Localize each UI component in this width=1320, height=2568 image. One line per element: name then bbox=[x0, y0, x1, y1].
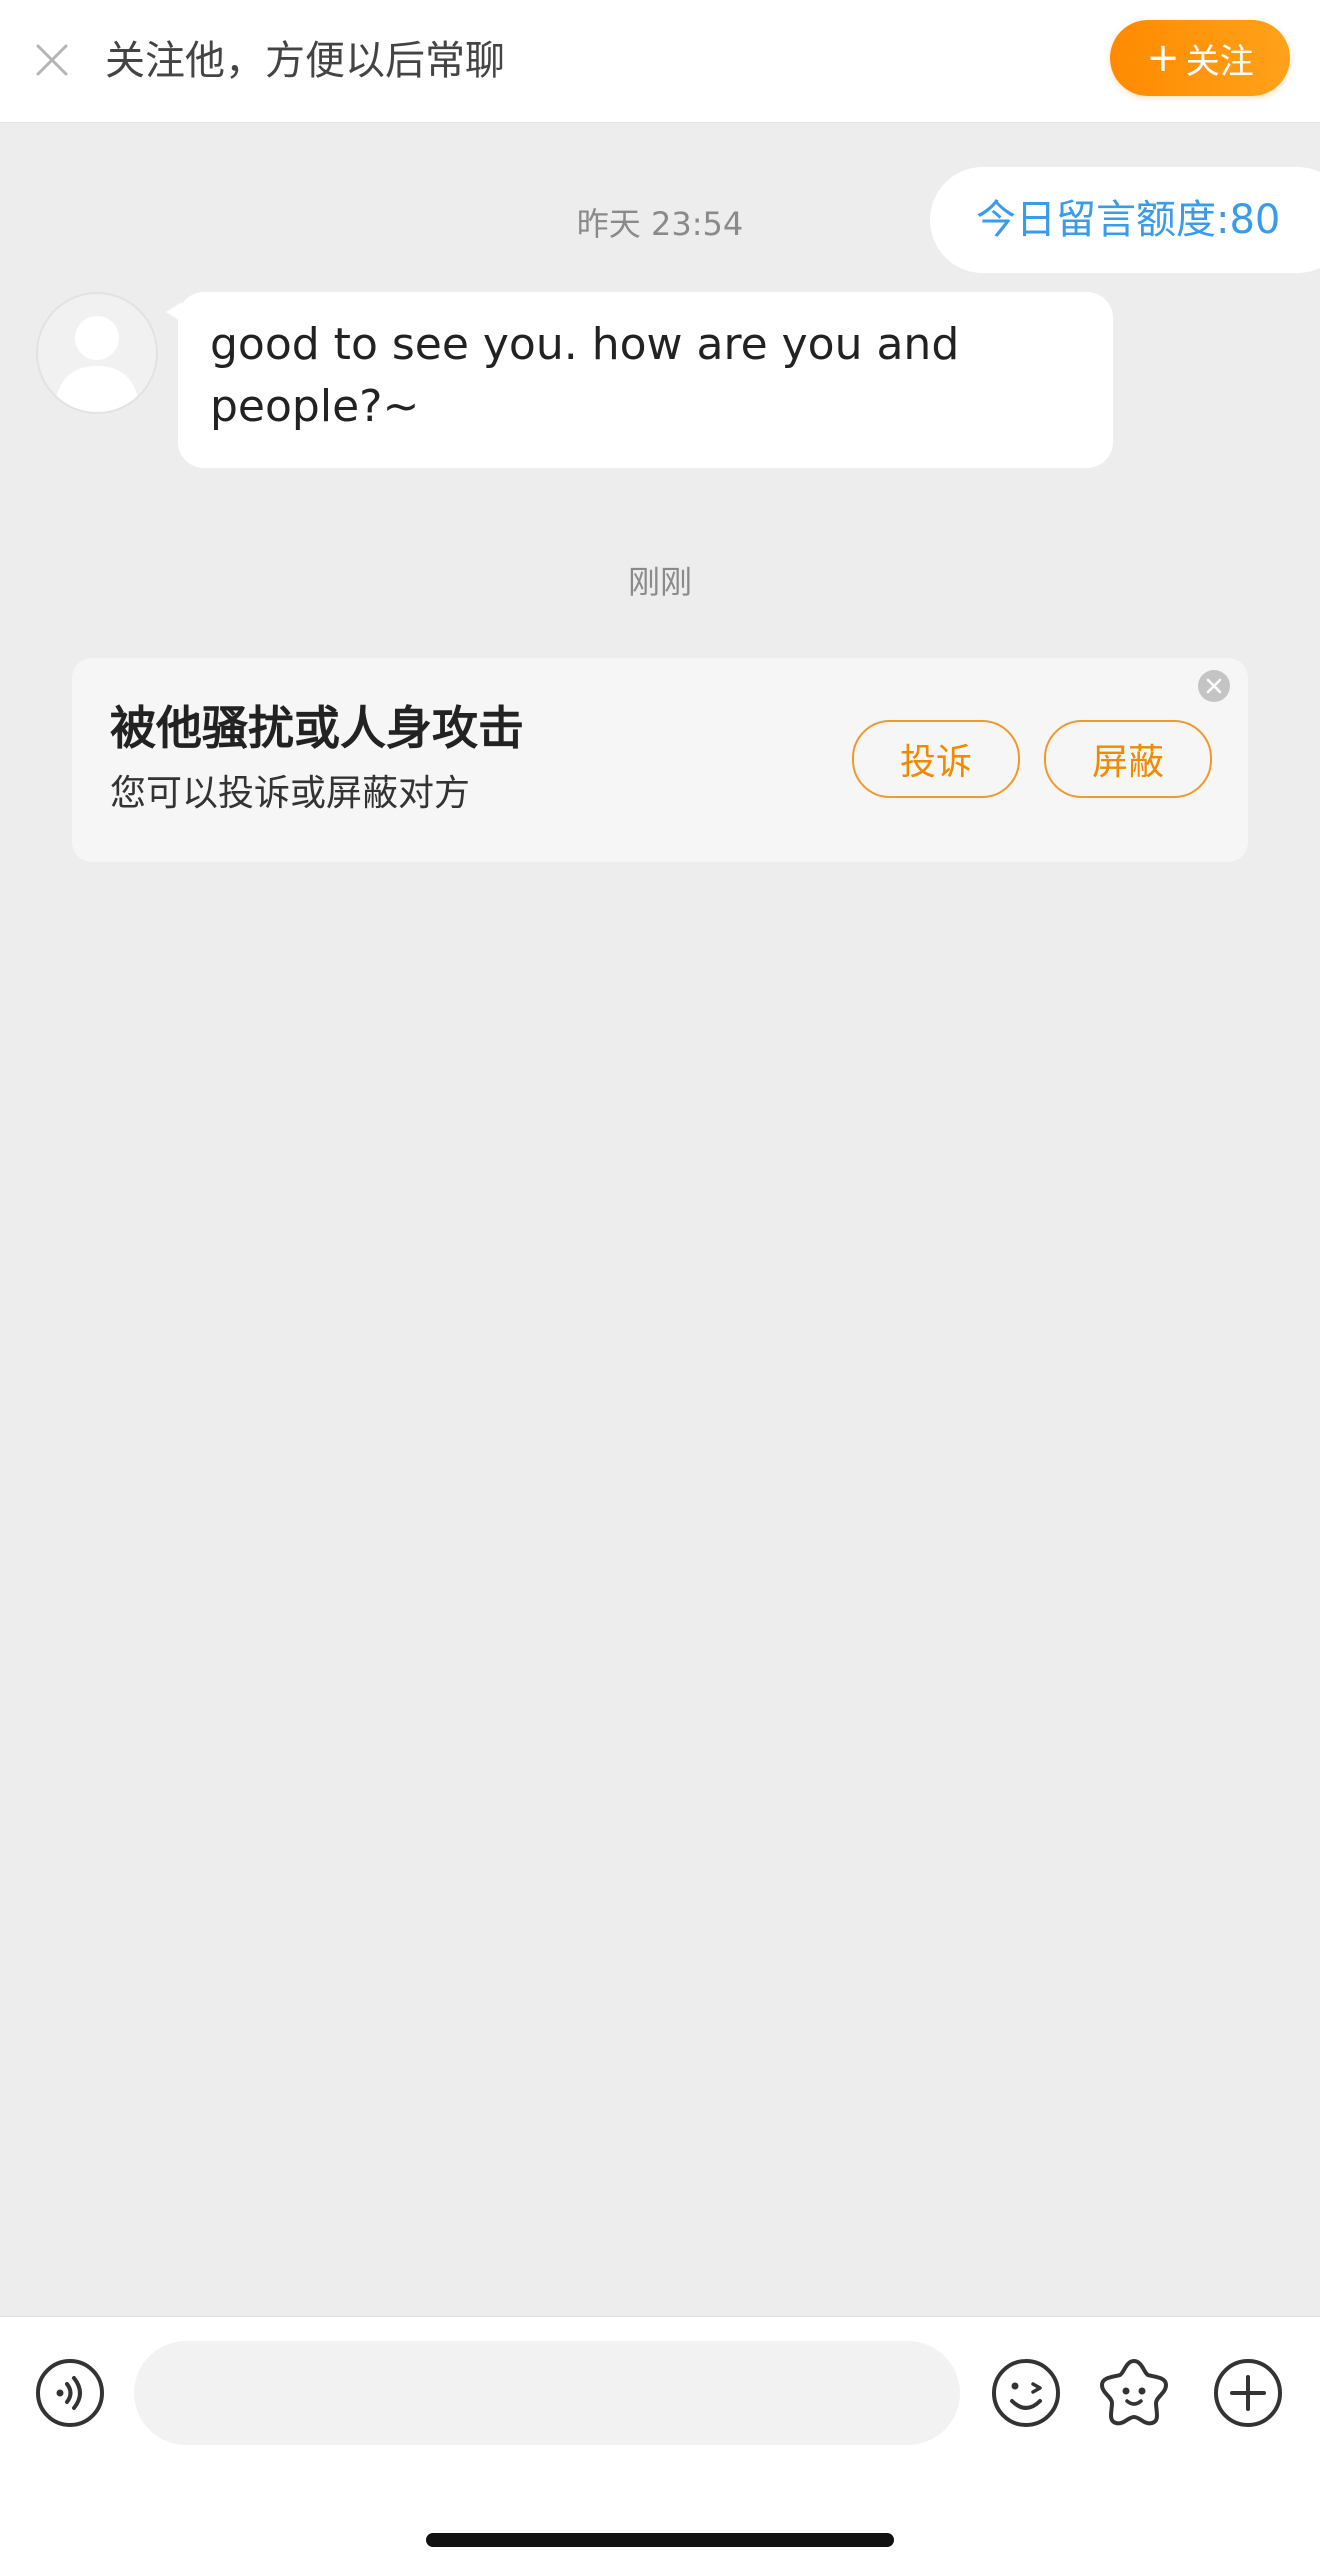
follow-prompt-text: 关注他，方便以后常聊 bbox=[105, 38, 505, 84]
follow-button[interactable]: + 关注 bbox=[1110, 20, 1290, 96]
emoji-icon[interactable] bbox=[990, 2357, 1062, 2429]
follow-button-label: 关注 bbox=[1185, 41, 1254, 82]
chat-timestamp: 昨天 23:54 bbox=[576, 205, 744, 243]
default-avatar-icon bbox=[54, 316, 140, 412]
chat-timestamp: 刚刚 bbox=[627, 563, 692, 601]
top-follow-bar: 关注他，方便以后常聊 + 关注 bbox=[0, 0, 1320, 123]
voice-icon[interactable] bbox=[34, 2357, 106, 2429]
plus-icon: + bbox=[1146, 35, 1180, 81]
report-card-subtitle: 您可以投诉或屏蔽对方 bbox=[110, 773, 471, 814]
avatar[interactable] bbox=[36, 292, 158, 414]
plus-icon[interactable] bbox=[1212, 2357, 1284, 2429]
message-bubble[interactable]: good to see you. how are you and people?… bbox=[178, 292, 1113, 468]
close-circle-icon[interactable] bbox=[1196, 668, 1232, 704]
message-input[interactable] bbox=[134, 2341, 960, 2445]
composer-bar bbox=[0, 2316, 1320, 2568]
complain-button[interactable]: 投诉 bbox=[852, 720, 1020, 798]
home-indicator bbox=[426, 2533, 894, 2547]
harassment-report-card: 被他骚扰或人身攻击 您可以投诉或屏蔽对方 投诉 屏蔽 bbox=[72, 658, 1248, 862]
report-card-title: 被他骚扰或人身攻击 bbox=[110, 701, 524, 755]
sticker-icon[interactable] bbox=[1098, 2355, 1170, 2427]
close-icon[interactable] bbox=[34, 42, 70, 78]
message-text: good to see you. how are you and people?… bbox=[210, 319, 960, 432]
block-button[interactable]: 屏蔽 bbox=[1044, 720, 1212, 798]
